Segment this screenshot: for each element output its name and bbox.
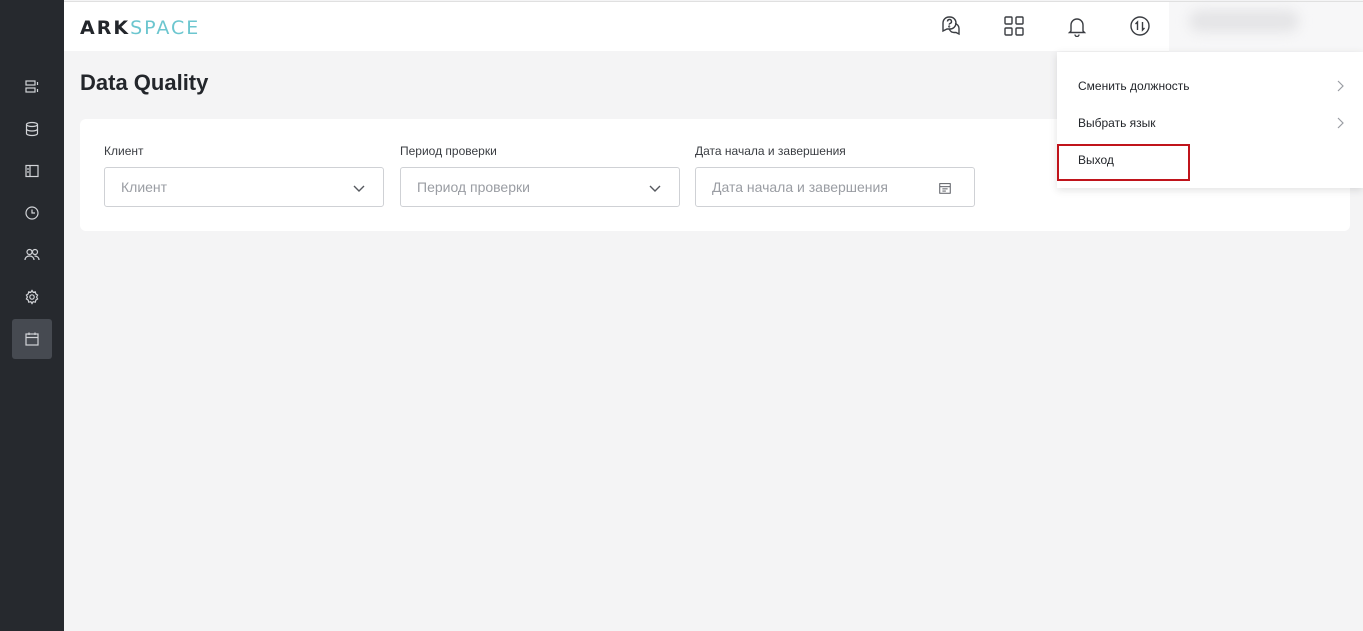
list-icon [25, 80, 39, 93]
period-placeholder: Период проверки [417, 179, 530, 195]
clock-icon [25, 206, 39, 220]
notifications-button[interactable] [1066, 15, 1088, 37]
sidebar-item-database[interactable] [12, 109, 52, 149]
chevron-right-icon [1337, 80, 1344, 92]
menu-item-choose-language[interactable]: Выбрать язык [1057, 106, 1363, 140]
apps-button[interactable] [1003, 15, 1025, 37]
users-icon [24, 248, 40, 261]
sidebar-item-settings[interactable] [12, 277, 52, 317]
calendar-icon [939, 183, 951, 194]
top-bar: ARKSPACE [64, 1, 1363, 52]
logout-highlight [1057, 144, 1190, 181]
user-profile-button[interactable] [1169, 2, 1363, 52]
sidebar-item-list[interactable] [12, 67, 52, 107]
client-label: Клиент [104, 144, 144, 158]
date-range-placeholder: Дата начала и завершения [712, 179, 888, 195]
period-label: Период проверки [400, 144, 497, 158]
database-icon [25, 121, 39, 137]
panel-icon [25, 164, 39, 178]
chevron-right-icon [1337, 117, 1344, 129]
gear-icon [25, 289, 39, 305]
calendar-icon [25, 332, 39, 346]
menu-item-change-position[interactable]: Сменить должность [1057, 69, 1363, 103]
chevron-down-icon [353, 185, 365, 192]
dates-label: Дата начала и завершения [695, 144, 846, 158]
sidebar [0, 0, 64, 631]
sidebar-item-users[interactable] [12, 235, 52, 275]
sidebar-item-history[interactable] [12, 193, 52, 233]
help-chat-button[interactable] [940, 15, 962, 37]
logo[interactable]: ARKSPACE [80, 17, 200, 39]
date-range-input[interactable]: Дата начала и завершения [695, 167, 975, 207]
client-placeholder: Клиент [121, 179, 168, 195]
sidebar-item-panel[interactable] [12, 151, 52, 191]
apps-grid-icon [1004, 16, 1024, 36]
period-select[interactable]: Период проверки [400, 167, 680, 207]
bell-icon [1067, 18, 1087, 37]
switch-button[interactable] [1129, 15, 1151, 37]
switch-icon [1130, 16, 1150, 36]
page-title: Data Quality [80, 70, 209, 95]
help-chat-icon [942, 16, 960, 36]
avatar [1189, 10, 1299, 32]
sidebar-item-calendar[interactable] [12, 319, 52, 359]
user-menu: Сменить должность Выбрать язык Выход [1057, 52, 1363, 188]
chevron-down-icon [649, 185, 661, 192]
choose-language-label: Выбрать язык [1078, 116, 1156, 130]
client-select[interactable]: Клиент [104, 167, 384, 207]
change-position-label: Сменить должность [1078, 79, 1190, 93]
